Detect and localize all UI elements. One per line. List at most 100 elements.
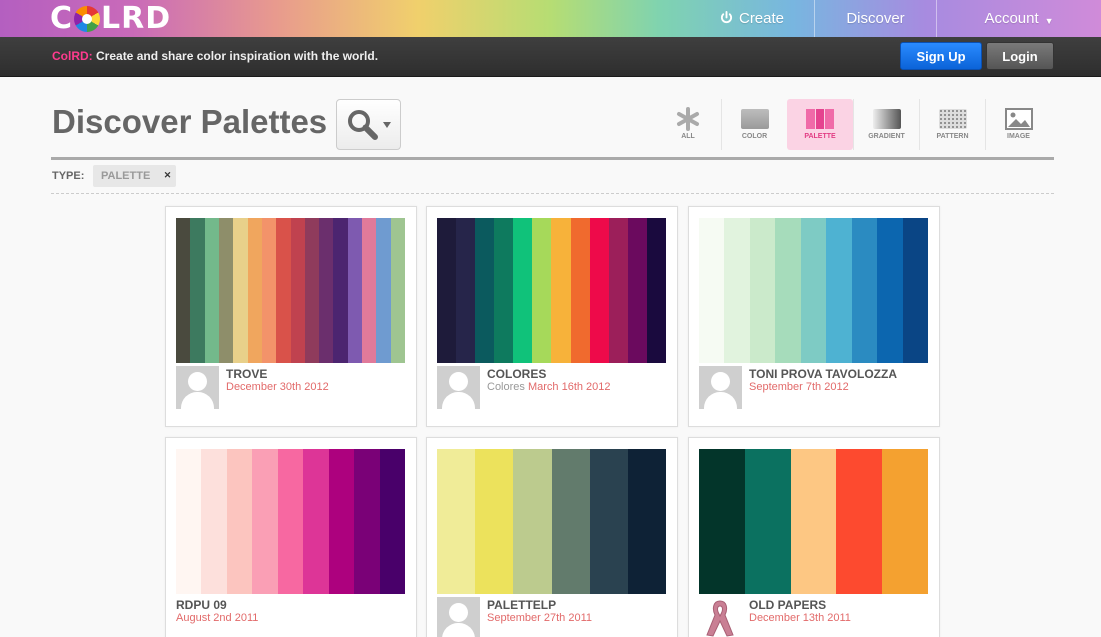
color-swatch[interactable] (362, 218, 377, 363)
nav-account[interactable]: Account ▼ (936, 0, 1101, 37)
color-swatch[interactable] (646, 218, 666, 363)
color-swatch[interactable] (190, 218, 205, 363)
color-swatch[interactable] (494, 218, 514, 363)
nav-create[interactable]: Create (690, 0, 814, 37)
palette-card[interactable]: OLD PAPERS December 13th 2011 (688, 437, 940, 637)
color-swatch[interactable] (513, 218, 533, 363)
color-swatch[interactable] (437, 449, 476, 594)
color-swatch[interactable] (354, 449, 380, 594)
tab-gradient-label: GRADIENT (868, 133, 905, 140)
palette-swatches[interactable] (699, 449, 928, 594)
palette-card[interactable]: RDPU 09 August 2nd 2011 (165, 437, 417, 637)
color-swatch[interactable] (475, 449, 514, 594)
color-swatch[interactable] (513, 449, 552, 594)
palette-card[interactable]: PALETTELP September 27th 2011 (426, 437, 678, 637)
palette-card[interactable]: TONI PROVA TAVOLOZZA September 7th 2012 (688, 206, 940, 427)
avatar[interactable] (699, 366, 742, 409)
nav-discover[interactable]: Discover (814, 0, 936, 37)
filter-divider (51, 193, 1054, 194)
palette-title[interactable]: TROVE (226, 367, 267, 381)
color-swatch[interactable] (699, 218, 725, 363)
color-swatch[interactable] (390, 218, 405, 363)
avatar[interactable] (437, 366, 480, 409)
color-swatch[interactable] (218, 218, 234, 363)
palette-card[interactable]: COLORES Colores March 16th 2012 (426, 206, 678, 427)
login-button[interactable]: Login (986, 42, 1054, 70)
color-swatch[interactable] (233, 218, 248, 363)
color-swatch[interactable] (775, 218, 801, 363)
color-swatch[interactable] (851, 218, 878, 363)
palette-swatches[interactable] (176, 218, 405, 363)
palette-title[interactable]: RDPU 09 (176, 598, 227, 612)
color-swatch[interactable] (589, 449, 628, 594)
color-swatch[interactable] (749, 218, 776, 363)
palette-swatches[interactable] (437, 449, 667, 594)
color-swatch[interactable] (724, 218, 750, 363)
color-swatch[interactable] (226, 449, 253, 594)
sign-up-button[interactable]: Sign Up (900, 42, 982, 70)
palette-title[interactable]: PALETTELP (487, 598, 556, 612)
color-swatch[interactable] (589, 218, 609, 363)
color-swatch[interactable] (551, 218, 571, 363)
palette-title[interactable]: TONI PROVA TAVOLOZZA (749, 367, 897, 381)
palette-swatches[interactable] (699, 218, 928, 363)
color-swatch[interactable] (333, 218, 348, 363)
awareness-ribbon-icon[interactable] (699, 597, 742, 637)
close-icon[interactable]: ✕ (164, 170, 172, 181)
tab-gradient[interactable]: GRADIENT (853, 99, 919, 150)
color-swatch[interactable] (201, 449, 227, 594)
color-swatch[interactable] (532, 218, 552, 363)
color-swatch[interactable] (882, 449, 928, 594)
color-swatch[interactable] (379, 449, 405, 594)
palette-swatches[interactable] (437, 218, 666, 363)
palette-swatches[interactable] (176, 449, 405, 594)
type-filter-chip[interactable]: PALETTE ✕ (93, 165, 177, 187)
color-swatch[interactable] (456, 218, 476, 363)
color-swatch[interactable] (836, 449, 883, 594)
color-swatch[interactable] (276, 218, 291, 363)
palette-title[interactable]: OLD PAPERS (749, 598, 826, 612)
color-swatch[interactable] (247, 218, 262, 363)
color-swatch[interactable] (304, 218, 320, 363)
color-swatch[interactable] (303, 449, 329, 594)
color-swatch[interactable] (877, 218, 903, 363)
palette-card[interactable]: TROVE December 30th 2012 (165, 206, 417, 427)
color-swatch[interactable] (627, 218, 647, 363)
color-swatch[interactable] (800, 218, 827, 363)
color-swatch[interactable] (376, 218, 391, 363)
color-swatch[interactable] (277, 449, 304, 594)
tab-palette[interactable]: PALETTE (787, 99, 853, 150)
tab-all[interactable]: ALL (655, 99, 721, 150)
color-swatch[interactable] (252, 449, 278, 594)
color-swatch[interactable] (475, 218, 495, 363)
palette-title[interactable]: COLORES (487, 367, 546, 381)
color-swatch[interactable] (608, 218, 628, 363)
color-swatch[interactable] (699, 449, 745, 594)
color-swatch[interactable] (261, 218, 277, 363)
avatar[interactable] (437, 597, 480, 637)
color-swatch[interactable] (176, 449, 202, 594)
tab-color[interactable]: COLOR (721, 99, 787, 150)
color-wheel-icon (74, 5, 101, 32)
color-swatch[interactable] (790, 449, 837, 594)
colrd-logo[interactable]: C LRD (50, 1, 171, 36)
color-swatch[interactable] (204, 218, 219, 363)
tab-image[interactable]: IMAGE (985, 99, 1051, 150)
color-swatch[interactable] (290, 218, 305, 363)
color-swatch[interactable] (328, 449, 355, 594)
color-swatch[interactable] (570, 218, 590, 363)
color-swatch[interactable] (826, 218, 852, 363)
color-swatch[interactable] (437, 218, 457, 363)
color-swatch[interactable] (627, 449, 667, 594)
color-swatch[interactable] (902, 218, 928, 363)
avatar[interactable] (176, 366, 219, 409)
color-swatch[interactable] (319, 218, 334, 363)
color-swatch[interactable] (176, 218, 191, 363)
color-swatch[interactable] (551, 449, 590, 594)
search-button[interactable] (336, 99, 401, 150)
color-swatch[interactable] (347, 218, 363, 363)
color-swatch[interactable] (744, 449, 791, 594)
image-icon (1004, 108, 1033, 130)
tab-pattern[interactable]: PATTERN (919, 99, 985, 150)
tagline: ColRD: Create and share color inspiratio… (52, 49, 378, 63)
